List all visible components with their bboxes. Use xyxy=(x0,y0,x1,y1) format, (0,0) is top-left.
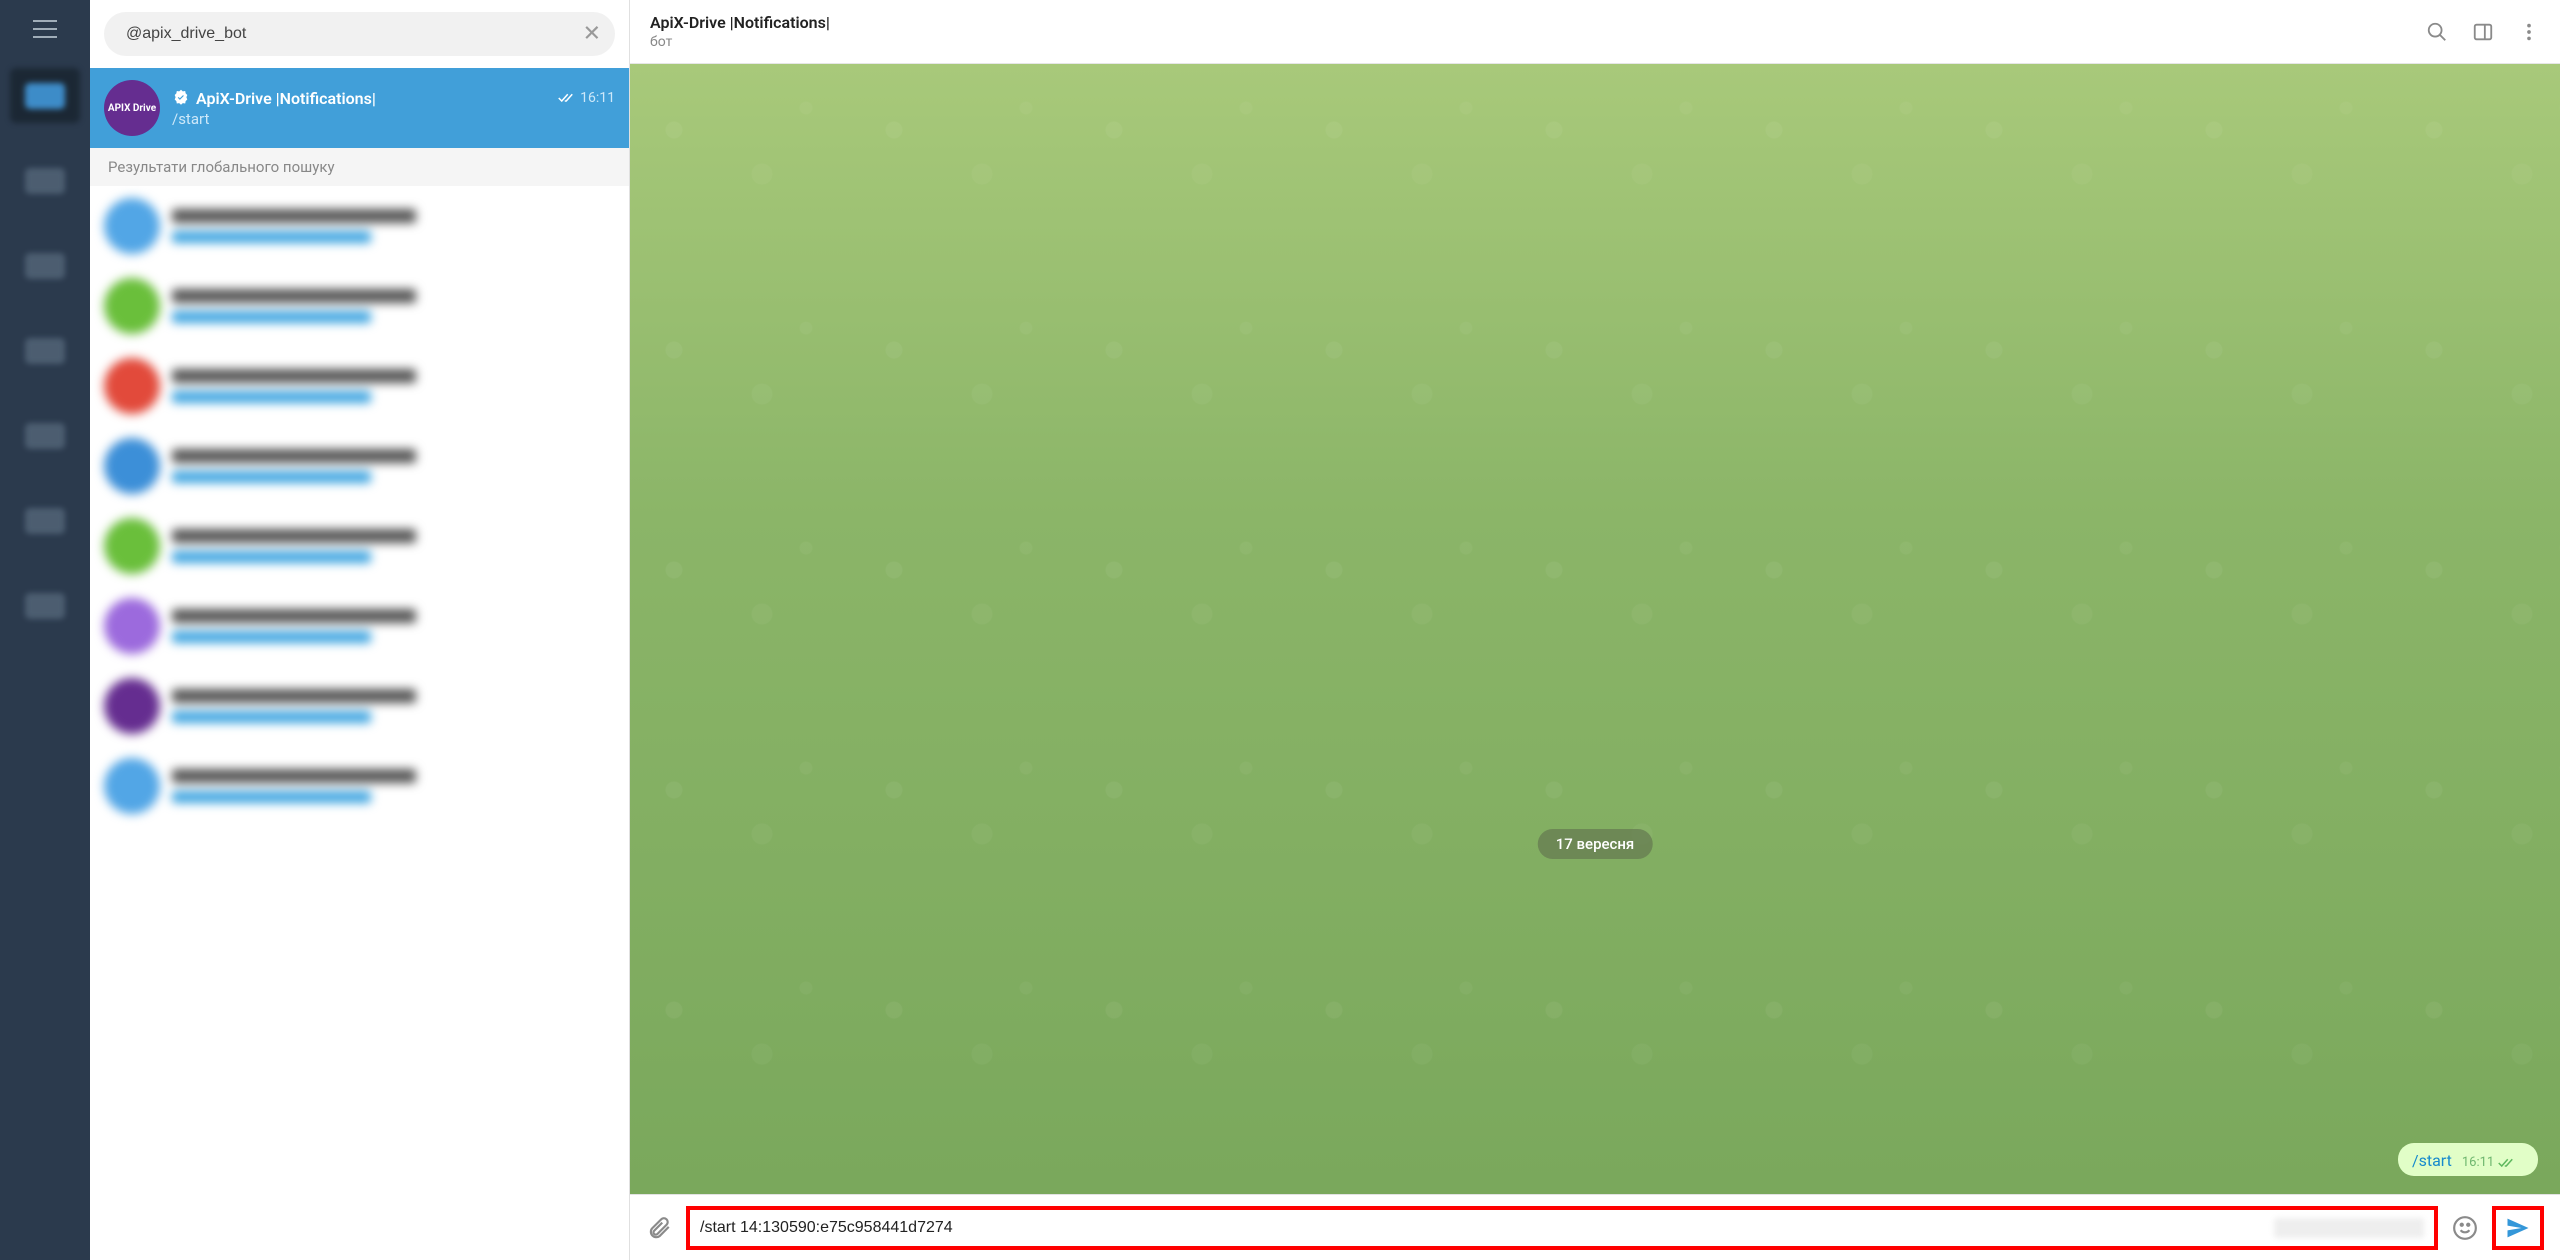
nav-item-2[interactable] xyxy=(10,153,80,208)
conversation: ApiX-Drive |Notifications| бот 17 вересн… xyxy=(630,0,2560,1260)
nav-rail xyxy=(0,0,90,1260)
conversation-subtitle: бот xyxy=(650,34,830,50)
conversation-body: 17 вересня /start 16:11 xyxy=(630,64,2560,1194)
read-checks-icon xyxy=(2498,1157,2516,1169)
menu-icon[interactable] xyxy=(33,20,57,38)
emoji-icon[interactable] xyxy=(2452,1215,2478,1241)
search-result-blurred[interactable] xyxy=(90,186,629,266)
message-text: /start xyxy=(2412,1151,2452,1170)
search-result-blurred[interactable] xyxy=(90,266,629,346)
global-results-header: Результати глобального пошуку xyxy=(90,148,629,186)
search-result-blurred[interactable] xyxy=(90,426,629,506)
nav-item-3[interactable] xyxy=(10,238,80,293)
search-input[interactable] xyxy=(126,25,571,43)
redacted-text xyxy=(2274,1218,2424,1238)
conversation-header[interactable]: ApiX-Drive |Notifications| бот xyxy=(630,0,2560,64)
sidepanel-icon[interactable] xyxy=(2472,21,2494,43)
nav-item-5[interactable] xyxy=(10,408,80,463)
verified-icon xyxy=(172,89,190,107)
chat-list: ✕ APIX Drive ApiX-Drive |Notifications| xyxy=(90,0,630,1260)
message-input-highlight xyxy=(686,1206,2438,1250)
outgoing-message[interactable]: /start 16:11 xyxy=(2398,1143,2538,1176)
nav-item-allchats[interactable] xyxy=(10,68,80,123)
chat-title: ApiX-Drive |Notifications| xyxy=(172,89,376,108)
message-input[interactable] xyxy=(700,1219,2424,1237)
read-checks-icon xyxy=(558,92,576,104)
search-result-blurred[interactable] xyxy=(90,666,629,746)
clear-icon[interactable]: ✕ xyxy=(583,22,601,47)
more-icon[interactable] xyxy=(2518,21,2540,43)
search-result-blurred[interactable] xyxy=(90,746,629,826)
search-result-blurred[interactable] xyxy=(90,506,629,586)
search-result-blurred[interactable] xyxy=(90,346,629,426)
search-icon[interactable] xyxy=(2426,21,2448,43)
chat-preview: /start xyxy=(172,110,615,128)
search-box[interactable]: ✕ xyxy=(104,12,615,56)
conversation-title: ApiX-Drive |Notifications| xyxy=(650,13,830,32)
nav-item-4[interactable] xyxy=(10,323,80,378)
chat-item-apix[interactable]: APIX Drive ApiX-Drive |Notifications| 16… xyxy=(90,68,629,148)
nav-item-6[interactable] xyxy=(10,493,80,548)
date-pill: 17 вересня xyxy=(1538,829,1653,859)
message-meta: 16:11 xyxy=(2462,1155,2516,1170)
attach-icon[interactable] xyxy=(646,1215,672,1241)
send-button[interactable] xyxy=(2492,1206,2544,1250)
conversation-input-bar xyxy=(630,1194,2560,1260)
search-result-blurred[interactable] xyxy=(90,586,629,666)
avatar: APIX Drive xyxy=(104,80,160,136)
nav-item-7[interactable] xyxy=(10,578,80,633)
chat-time: 16:11 xyxy=(558,90,615,106)
